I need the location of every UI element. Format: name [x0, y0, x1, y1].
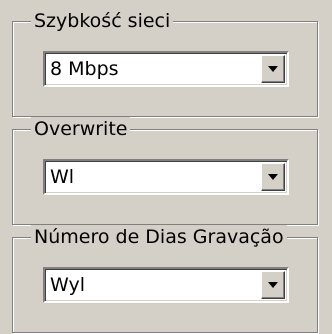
overwrite-label: Overwrite: [31, 117, 131, 141]
recording-days-group: Número de Dias Gravação Wyl: [12, 225, 318, 333]
recording-days-select[interactable]: Wyl: [43, 267, 289, 303]
recording-days-label: Número de Dias Gravação: [31, 225, 287, 249]
network-speed-label: Szybkość sieci: [31, 9, 174, 33]
overwrite-group: Overwrite Wl: [12, 117, 318, 225]
network-speed-group: Szybkość sieci 8 Mbps: [12, 9, 318, 117]
chevron-down-icon: [268, 282, 278, 288]
recording-days-value: Wyl: [50, 274, 85, 296]
recording-days-dropdown-button[interactable]: [261, 271, 285, 299]
overwrite-select[interactable]: Wl: [43, 159, 289, 195]
overwrite-dropdown-button[interactable]: [261, 163, 285, 191]
chevron-down-icon: [268, 174, 278, 180]
network-speed-dropdown-button[interactable]: [261, 55, 285, 83]
chevron-down-icon: [268, 66, 278, 72]
overwrite-value: Wl: [50, 166, 75, 188]
network-speed-select[interactable]: 8 Mbps: [43, 51, 289, 87]
network-speed-value: 8 Mbps: [50, 58, 119, 80]
